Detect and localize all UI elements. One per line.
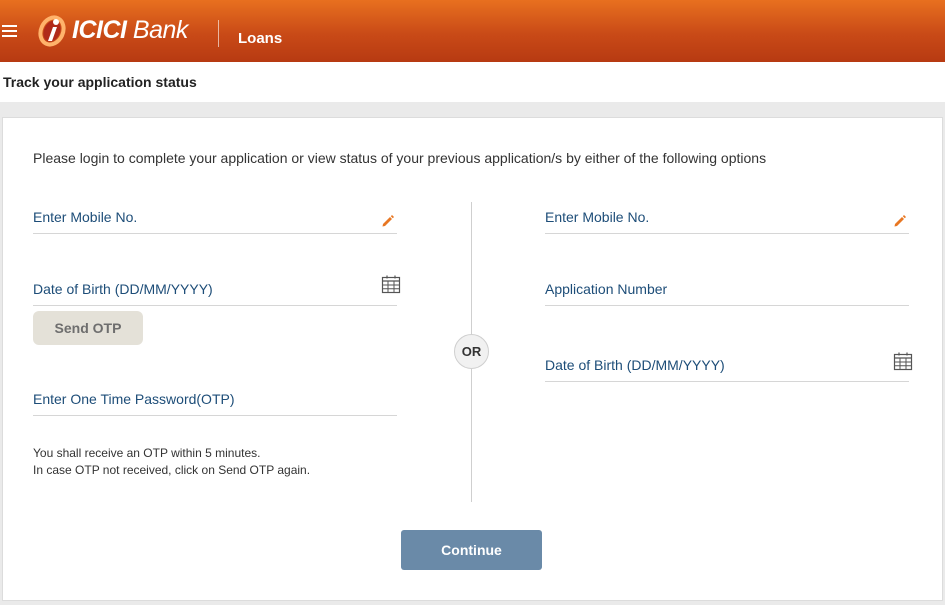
mobile-field-right[interactable]: Enter Mobile No.: [545, 205, 909, 234]
application-number-label: Application Number: [545, 281, 668, 297]
continue-button[interactable]: Continue: [401, 530, 542, 570]
dob-field-left[interactable]: Date of Birth (DD/MM/YYYY): [33, 272, 401, 306]
otp-note-line-1: You shall receive an OTP within 5 minute…: [33, 446, 261, 460]
page-title: Track your application status: [3, 74, 197, 90]
icici-logo-mark-icon: [36, 13, 70, 47]
section-name[interactable]: Loans: [238, 30, 282, 47]
dob-label-right: Date of Birth (DD/MM/YYYY): [545, 357, 725, 373]
logo-text: ICICI Bank: [72, 16, 188, 45]
or-badge: OR: [454, 334, 489, 369]
application-number-field[interactable]: Application Number: [545, 276, 909, 306]
logo-brand-suffix: Bank: [132, 15, 188, 44]
mobile-field-left[interactable]: Enter Mobile No.: [33, 205, 397, 234]
top-header: ICICI Bank Loans: [0, 0, 945, 62]
logo-brand: ICICI: [72, 15, 127, 44]
header-divider: [218, 20, 219, 47]
hamburger-menu-icon[interactable]: [2, 25, 17, 37]
otp-label: Enter One Time Password(OTP): [33, 391, 235, 407]
icici-bank-logo[interactable]: ICICI Bank: [36, 12, 188, 48]
dob-field-right[interactable]: Date of Birth (DD/MM/YYYY): [545, 347, 913, 382]
divider-line-bottom: [471, 369, 472, 502]
intro-text: Please login to complete your applicatio…: [33, 150, 767, 166]
mobile-label-left: Enter Mobile No.: [33, 209, 138, 225]
dob-label-left: Date of Birth (DD/MM/YYYY): [33, 281, 213, 297]
otp-note-line-2: In case OTP not received, click on Send …: [33, 463, 311, 477]
pencil-icon[interactable]: [381, 214, 395, 228]
pencil-icon[interactable]: [893, 214, 907, 228]
mobile-label-right: Enter Mobile No.: [545, 209, 650, 225]
otp-field[interactable]: Enter One Time Password(OTP): [33, 385, 397, 416]
calendar-icon[interactable]: [381, 274, 401, 294]
divider-line-top: [471, 202, 472, 334]
send-otp-button[interactable]: Send OTP: [33, 311, 143, 345]
calendar-icon[interactable]: [893, 351, 913, 371]
